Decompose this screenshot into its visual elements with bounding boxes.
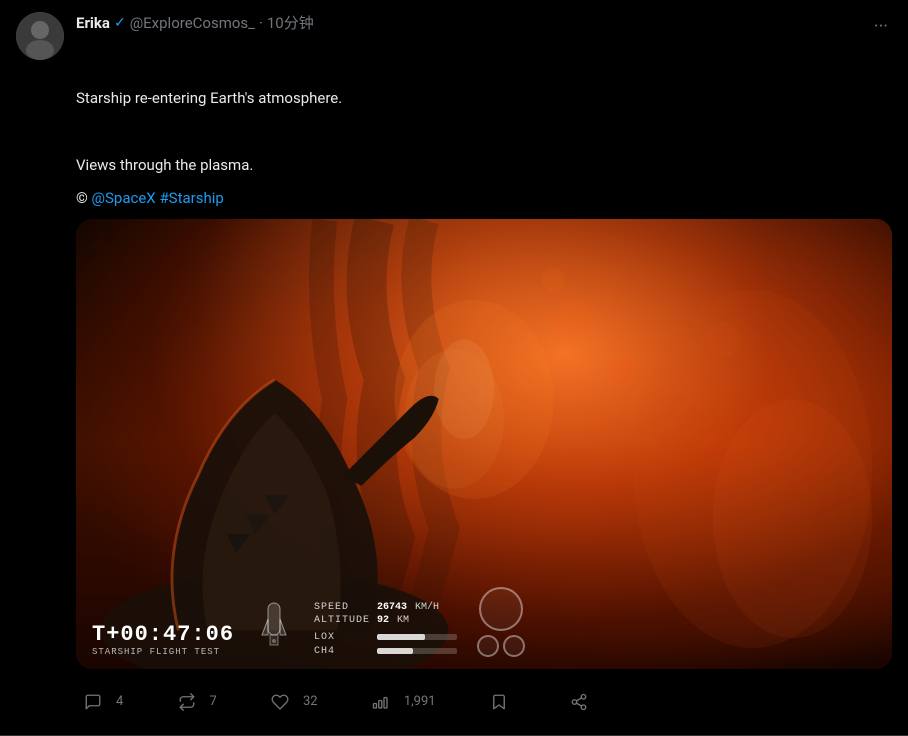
avatar[interactable] [16, 12, 64, 60]
like-count: 32 [303, 694, 318, 709]
bookmark-action[interactable] [482, 685, 516, 719]
separator: · [259, 14, 263, 32]
display-name[interactable]: Erika [76, 14, 110, 32]
more-options-button[interactable]: ··· [870, 12, 892, 41]
user-line: Erika ✓ @ExploreCosmos_ · 10分钟 [76, 12, 870, 33]
hud-ch4-bar [377, 648, 457, 654]
starship-hashtag[interactable]: #Starship [159, 189, 223, 207]
hud-circle-main [479, 587, 523, 631]
hud-circle-small-2 [503, 635, 525, 657]
hud-circle-small-1 [477, 635, 499, 657]
hud-altitude-label: ALTITUDE [314, 615, 369, 626]
tweet-copyright: © @SpaceX #Starship [76, 189, 892, 207]
tweet-body: Starship re-entering Earth's atmosphere.… [76, 64, 892, 723]
hud-circles [477, 587, 525, 657]
retweet-count: 7 [210, 694, 217, 709]
tweet-text-line1: Starship re-entering Earth's atmosphere. [76, 89, 342, 107]
share-action[interactable] [562, 685, 596, 719]
hud-timer-label: STARSHIP FLIGHT TEST [92, 647, 234, 657]
reply-action[interactable]: 4 [76, 685, 123, 719]
hud-speed-row: SPEED 26743 KM/H [314, 602, 457, 613]
hud-circles-small-row [477, 635, 525, 657]
views-action[interactable]: 1,991 [364, 685, 436, 719]
retweet-icon [170, 685, 204, 719]
hud-altitude-value: 92 [377, 615, 389, 626]
reply-icon [76, 685, 110, 719]
tweet-header: Erika ✓ @ExploreCosmos_ · 10分钟 ··· [16, 12, 892, 60]
hud-stats: SPEED 26743 KM/H ALTITUDE 92 KM LOX [314, 602, 457, 657]
tweet-actions: 4 7 [76, 681, 596, 723]
tweet-text: Starship re-entering Earth's atmosphere.… [76, 64, 892, 177]
tweet-meta: Erika ✓ @ExploreCosmos_ · 10分钟 [76, 12, 870, 33]
share-icon [562, 685, 596, 719]
hud-overlay: T+00:47:06 STARSHIP FLIGHT TEST [76, 575, 892, 669]
hud-timer-value: T+00:47:06 [92, 622, 234, 647]
avatar-image [16, 12, 64, 60]
reply-count: 4 [116, 694, 123, 709]
bookmark-icon [482, 685, 516, 719]
views-count: 1,991 [404, 694, 436, 709]
tweet-text-line2: Views through the plasma. [76, 156, 253, 174]
hud-lox-bar [377, 634, 457, 640]
hud-ch4-fill [377, 648, 413, 654]
retweet-action[interactable]: 7 [170, 685, 217, 719]
like-icon [263, 685, 297, 719]
spacex-mention[interactable]: @SpaceX [92, 189, 156, 207]
username[interactable]: @ExploreCosmos_ [130, 14, 255, 32]
views-icon [364, 685, 398, 719]
like-action[interactable]: 32 [263, 685, 318, 719]
verified-icon: ✓ [114, 15, 126, 31]
tweet-image: T+00:47:06 STARSHIP FLIGHT TEST [76, 219, 892, 669]
hud-speed-unit: KM/H [415, 602, 439, 613]
hud-speed-label: SPEED [314, 602, 369, 613]
hud-altitude-row: ALTITUDE 92 KM [314, 615, 457, 626]
hud-speed-value: 26743 [377, 602, 407, 613]
hud-ch4-row: CH4 [314, 646, 457, 657]
hud-lox-fill [377, 634, 425, 640]
hud-lox-row: LOX [314, 632, 457, 643]
copyright-symbol: © [76, 189, 88, 207]
hud-rocket-icon [254, 597, 294, 657]
hud-bars: LOX CH4 [314, 632, 457, 657]
hud-ch4-label: CH4 [314, 646, 369, 657]
hud-timer: T+00:47:06 STARSHIP FLIGHT TEST [92, 622, 234, 657]
hud-lox-label: LOX [314, 632, 369, 643]
hud-altitude-unit: KM [397, 615, 409, 626]
tweet-card: Erika ✓ @ExploreCosmos_ · 10分钟 ··· Stars… [0, 0, 908, 736]
timestamp: 10分钟 [267, 12, 314, 33]
